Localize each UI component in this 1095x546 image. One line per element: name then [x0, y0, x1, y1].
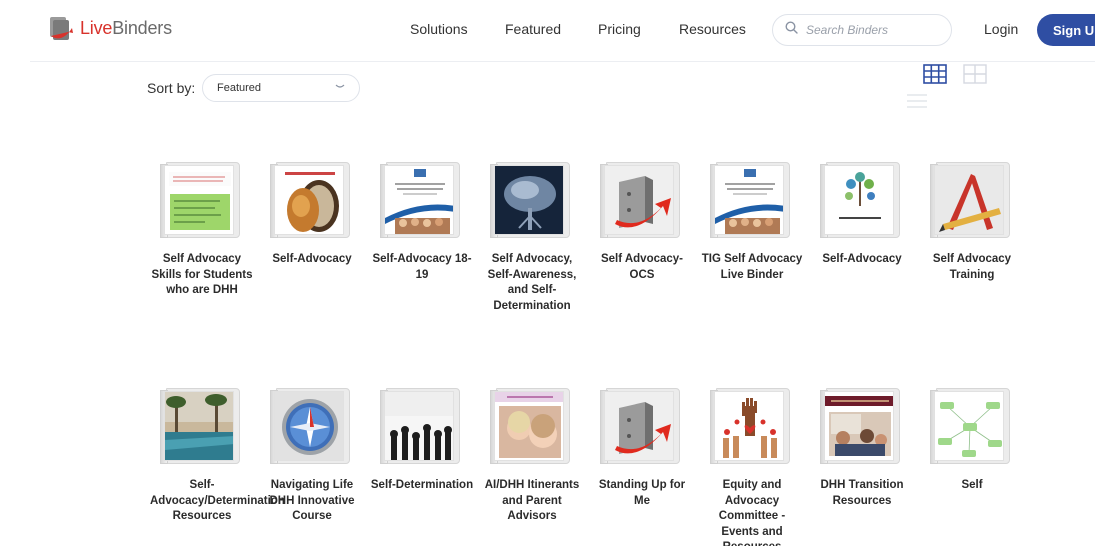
binder-title[interactable]: AI/DHH Itinerants and Parent Advisors — [480, 478, 584, 525]
binder-title[interactable]: Self Advocacy-OCS — [590, 252, 694, 283]
cover-transition-resource — [824, 391, 894, 461]
header-divider — [30, 61, 1095, 62]
binder-cover[interactable] — [490, 160, 570, 240]
sort-selected-value: Featured — [217, 82, 262, 94]
cover-green-note — [164, 165, 234, 235]
binder-cover[interactable] — [380, 160, 460, 240]
site-header: LiveBinders Solutions Featured Pricing R… — [0, 0, 1095, 62]
livebinders-logo[interactable]: LiveBinders — [48, 14, 172, 42]
cover-default-binder — [604, 165, 674, 235]
binder-title[interactable]: Self-Advocacy — [810, 252, 914, 268]
nav-solutions[interactable]: Solutions — [410, 21, 468, 37]
binder-title[interactable]: Self-Advocacy 18-19 — [370, 252, 474, 283]
cover-default-binder — [604, 391, 674, 461]
binder-cover[interactable] — [160, 160, 240, 240]
binder-cover[interactable] — [820, 386, 900, 466]
binder-cover[interactable] — [490, 386, 570, 466]
list-view-icon[interactable] — [906, 92, 928, 110]
cover-lion-mirror — [274, 165, 344, 235]
cover-word-tree — [494, 165, 564, 235]
binder-title[interactable]: Self — [920, 478, 1024, 494]
cover-pool-palms — [164, 391, 234, 461]
search-input[interactable] — [806, 23, 936, 37]
cover-mind-map — [934, 391, 1004, 461]
nav-resources[interactable]: Resources — [679, 21, 746, 37]
binder-title[interactable]: Equity and Advocacy Committee - Events a… — [700, 478, 804, 546]
login-link[interactable]: Login — [984, 21, 1018, 37]
cover-kids-whisper — [494, 391, 564, 461]
search-box[interactable] — [772, 14, 952, 46]
chevron-down-icon — [335, 82, 345, 90]
cover-raised-hands — [384, 391, 454, 461]
binder-cover[interactable] — [270, 386, 350, 466]
sort-label: Sort by: — [147, 80, 196, 96]
binder-title[interactable]: DHH Transition Resources — [810, 478, 914, 509]
binder-cover[interactable] — [270, 160, 350, 240]
cover-hearts-hands — [714, 391, 784, 461]
binder-logo-icon — [48, 14, 74, 42]
binder-title[interactable]: Self-Advocacy — [260, 252, 364, 268]
binder-title[interactable]: Self-Advocacy/Determination Resources — [150, 478, 285, 525]
nav-featured[interactable]: Featured — [505, 21, 561, 37]
signup-button[interactable]: Sign Up — [1037, 14, 1095, 46]
logo-live: Live — [80, 17, 113, 38]
binder-title[interactable]: Standing Up for Me — [590, 478, 694, 509]
binder-title[interactable]: Self Advocacy Skills for Students who ar… — [150, 252, 254, 299]
logo-binders: Binders — [112, 17, 172, 38]
binder-cover[interactable] — [380, 386, 460, 466]
binder-cover[interactable] — [600, 386, 680, 466]
binder-cover[interactable] — [160, 386, 240, 466]
cover-pencil-ruler — [934, 165, 1004, 235]
binder-cover[interactable] — [930, 160, 1010, 240]
cover-compass — [274, 391, 344, 461]
large-grid-view-icon[interactable] — [963, 64, 987, 84]
binder-title[interactable]: Navigating Life DHH Innovative Course — [260, 478, 364, 525]
binder-cover[interactable] — [600, 160, 680, 240]
binder-title[interactable]: Self Advocacy, Self-Awareness, and Self-… — [480, 252, 584, 314]
binder-title[interactable]: Self Advocacy Training — [920, 252, 1024, 283]
binder-title[interactable]: Self-Determination — [370, 478, 474, 494]
search-icon — [785, 21, 798, 39]
cover-credential — [824, 165, 894, 235]
sort-select[interactable]: Featured — [202, 74, 360, 102]
binder-title[interactable]: TIG Self Advocacy Live Binder — [700, 252, 804, 283]
cover-best-practices — [714, 165, 784, 235]
binder-cover[interactable] — [820, 160, 900, 240]
grid-view-icon[interactable] — [923, 64, 947, 84]
binder-cover[interactable] — [710, 160, 790, 240]
binder-cover[interactable] — [710, 386, 790, 466]
logo-wordmark: LiveBinders — [80, 18, 172, 39]
binder-cover[interactable] — [930, 386, 1010, 466]
nav-pricing[interactable]: Pricing — [598, 21, 641, 37]
cover-best-practices — [384, 165, 454, 235]
